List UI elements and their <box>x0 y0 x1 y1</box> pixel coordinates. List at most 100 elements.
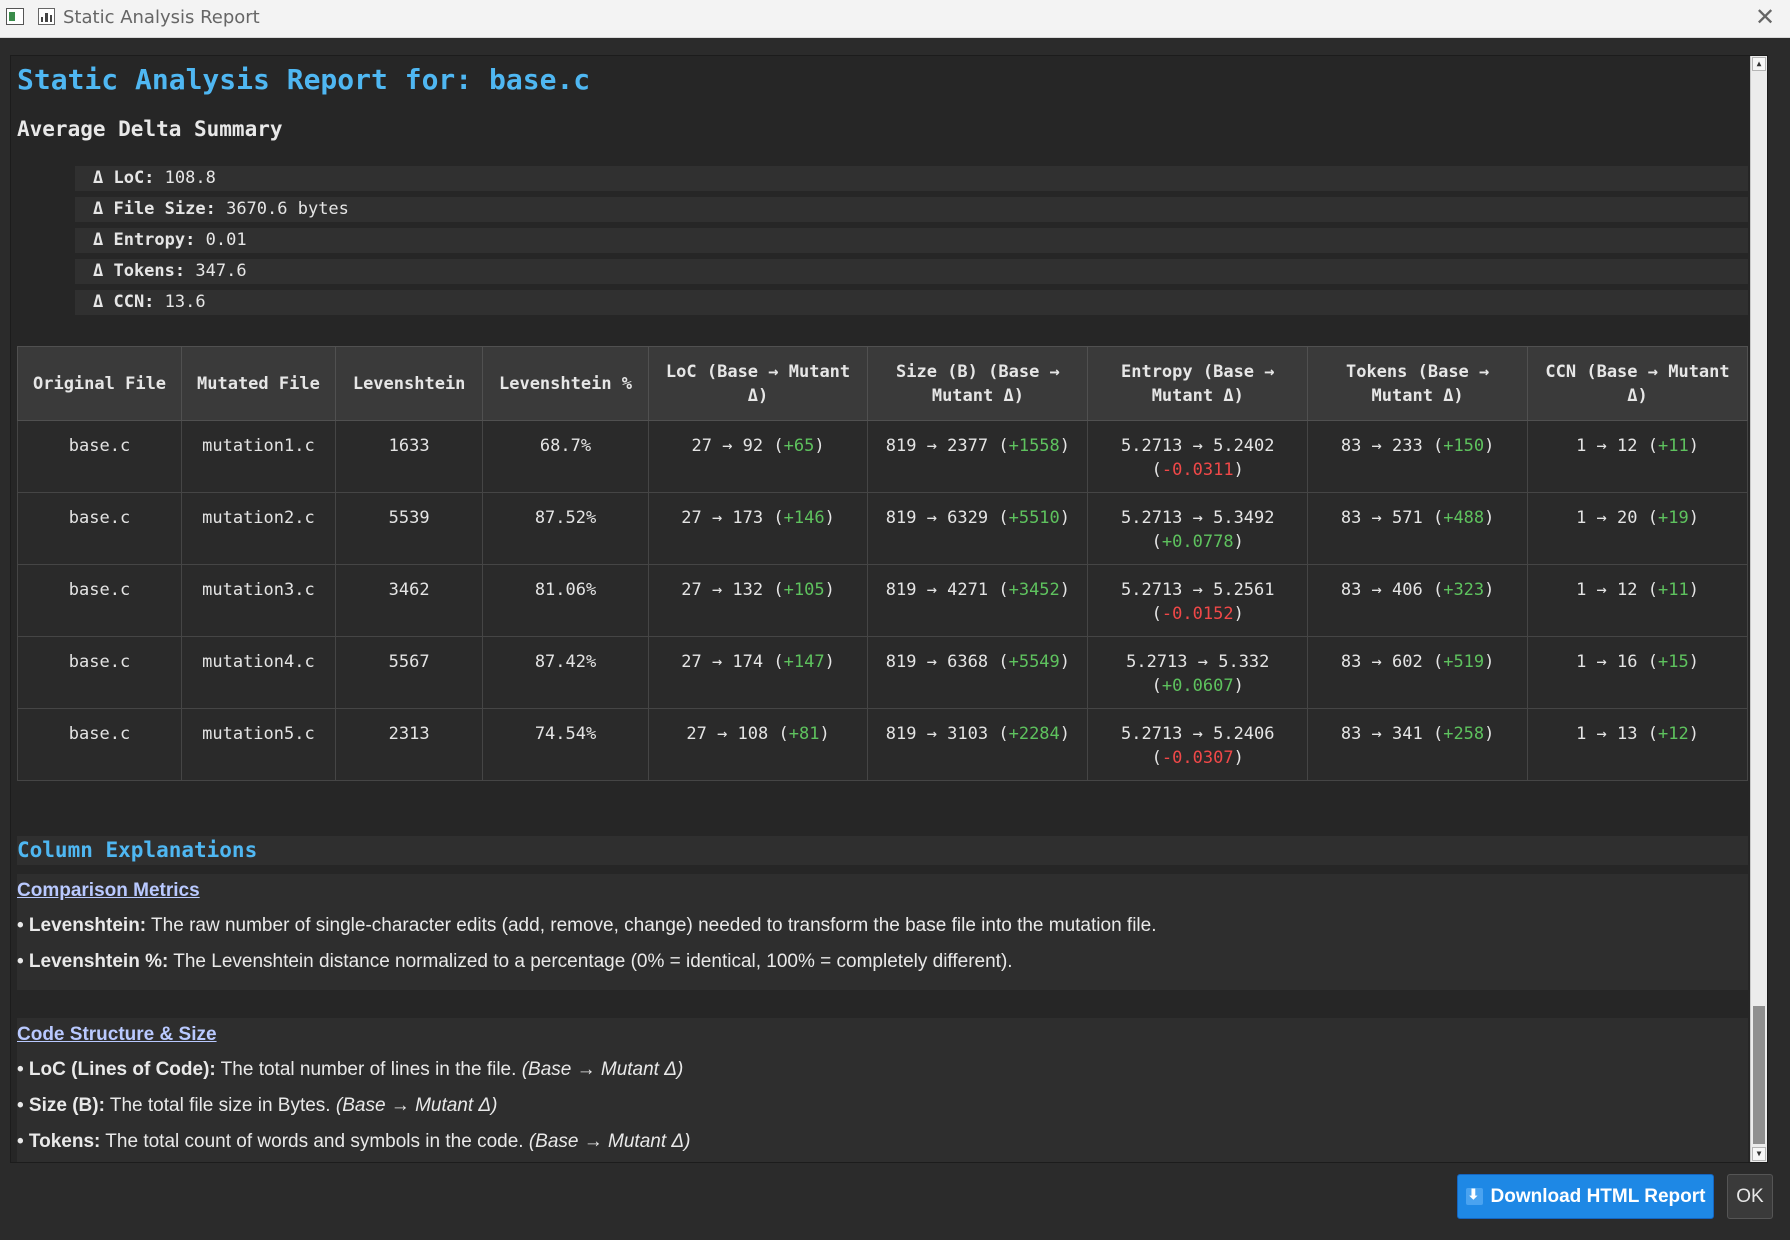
cell-value: 27 → 92 <box>691 436 764 456</box>
column-header: Tokens (Base → Mutant Δ) <box>1307 346 1529 421</box>
explanation-item: • Tokens: The total count of words and s… <box>17 1124 1748 1160</box>
explanation-item: • Levenshtein: The raw number of single-… <box>17 908 1748 944</box>
delta-value: +488 <box>1443 508 1485 528</box>
column-header: Original File <box>16 346 183 421</box>
download-button-label: Download HTML Report <box>1490 1185 1706 1207</box>
column-header: Mutated File <box>181 346 336 421</box>
close-icon[interactable]: ✕ <box>1750 2 1780 32</box>
summary-label: Δ Entropy: <box>93 230 196 250</box>
cell-value: 819 → 6329 <box>885 508 989 528</box>
results-table: Original File Mutated File Levenshtein L… <box>16 346 1748 781</box>
delta-value: +81 <box>788 724 820 744</box>
cell-value: 5567 <box>388 652 430 672</box>
explanation-text: The total count of words and symbols in … <box>100 1131 529 1152</box>
table-cell: 5.2713 → 5.2406 (-0.0307) <box>1087 708 1309 781</box>
table-cell: mutation3.c <box>181 564 336 637</box>
summary-heading: Average Delta Summary <box>17 117 283 141</box>
cell-value: mutation5.c <box>202 724 315 744</box>
cell-value: 2313 <box>388 724 430 744</box>
table-cell: 27 → 132 (+105) <box>647 564 869 637</box>
table-header-row: Original File Mutated File Levenshtein L… <box>16 346 1748 421</box>
delta-value: +146 <box>783 508 825 528</box>
delta-value: -0.0152 <box>1161 604 1234 624</box>
column-header: Levenshtein <box>334 346 484 421</box>
table-cell: 819 → 3103 (+2284) <box>867 708 1089 781</box>
vertical-scrollbar[interactable]: ▲ ▼ <box>1750 56 1767 1162</box>
cell-value: 1 → 20 <box>1576 508 1638 528</box>
cell-value: 87.42% <box>534 652 597 672</box>
cell-value: 83 → 233 <box>1340 436 1423 456</box>
summary-value: 0.01 <box>205 230 247 250</box>
table-cell: mutation5.c <box>181 708 336 781</box>
cell-value: base.c <box>68 652 131 672</box>
title-bar: Static Analysis Report ✕ <box>0 0 1790 38</box>
ok-button[interactable]: OK <box>1727 1174 1773 1219</box>
delta-value: +65 <box>783 436 815 456</box>
delta-value: +5549 <box>1008 652 1060 672</box>
cell-value: 1633 <box>388 436 430 456</box>
summary-list: Δ LoC: 108.8 Δ File Size: 3670.6 bytes Δ… <box>75 166 1748 321</box>
summary-item: Δ LoC: 108.8 <box>75 166 1748 191</box>
table-cell: base.c <box>16 636 183 709</box>
cell-value: 68.7% <box>539 436 592 456</box>
structure-heading: Code Structure & Size <box>17 1024 217 1045</box>
table-row: base.c mutation5.c 2313 74.54% 27 → 108 (+81… <box>16 708 1748 781</box>
cell-value: 87.52% <box>534 508 597 528</box>
table-cell: mutation2.c <box>181 492 336 565</box>
delta-value: +105 <box>783 580 825 600</box>
summary-item: Δ Tokens: 347.6 <box>75 259 1748 284</box>
explanation-term: • Size (B): <box>17 1095 105 1116</box>
table-cell: 27 → 173 (+146) <box>647 492 869 565</box>
cell-value: 5539 <box>388 508 430 528</box>
table-row: base.c mutation3.c 3462 81.06% 27 → 132 (+10… <box>16 564 1748 637</box>
table-cell: 68.7% <box>482 420 649 493</box>
download-icon <box>1465 1186 1483 1205</box>
explanation-text: The total number of lines in the file. <box>215 1059 522 1080</box>
table-cell: 83 → 602 (+519) <box>1307 636 1529 709</box>
scroll-up-arrow-icon[interactable]: ▲ <box>1752 57 1766 71</box>
delta-value: +1558 <box>1008 436 1060 456</box>
delta-value: +519 <box>1443 652 1485 672</box>
table-cell: 83 → 341 (+258) <box>1307 708 1529 781</box>
cell-value: 74.54% <box>534 724 597 744</box>
table-cell: 1 → 13 (+12) <box>1527 708 1748 781</box>
summary-value: 108.8 <box>164 168 216 188</box>
table-cell: 1633 <box>334 420 484 493</box>
table-cell: 5.2713 → 5.2561 (-0.0152) <box>1087 564 1309 637</box>
scrollbar-thumb[interactable] <box>1753 1006 1765 1144</box>
cell-value: 1 → 16 <box>1576 652 1638 672</box>
cell-value: 1 → 13 <box>1576 724 1638 744</box>
cell-value: 5.2713 → 5.3492 <box>1120 508 1275 528</box>
cell-value: 83 → 602 <box>1340 652 1423 672</box>
cell-value: 5.2713 → 5.2561 <box>1120 580 1275 600</box>
explanation-term: • Levenshtein %: <box>17 951 169 972</box>
cell-value: base.c <box>68 724 131 744</box>
explanation-item: • Levenshtein %: The Levenshtein distanc… <box>17 944 1748 980</box>
table-cell: 5567 <box>334 636 484 709</box>
cell-value: 5.2713 → 5.332 <box>1126 652 1270 672</box>
table-cell: 83 → 406 (+323) <box>1307 564 1529 637</box>
download-html-report-button[interactable]: Download HTML Report <box>1457 1174 1714 1219</box>
summary-label: Δ File Size: <box>93 199 216 219</box>
column-header: Size (B) (Base → Mutant Δ) <box>867 346 1089 421</box>
column-header: LoC (Base → Mutant Δ) <box>647 346 869 421</box>
table-cell: 5.2713 → 5.332 (+0.0607) <box>1087 636 1309 709</box>
table-cell: 1 → 12 (+11) <box>1527 564 1748 637</box>
delta-value: +19 <box>1657 508 1689 528</box>
table-cell: mutation1.c <box>181 420 336 493</box>
explanation-term: • LoC (Lines of Code): <box>17 1059 216 1080</box>
cell-value: 3462 <box>388 580 430 600</box>
table-cell: 27 → 108 (+81) <box>647 708 869 781</box>
delta-value: +11 <box>1657 580 1689 600</box>
cell-value: mutation2.c <box>202 508 315 528</box>
cell-value: mutation3.c <box>202 580 315 600</box>
cell-value: base.c <box>68 436 131 456</box>
cell-value: 819 → 2377 <box>885 436 989 456</box>
delta-value: +11 <box>1657 436 1689 456</box>
table-row: base.c mutation2.c 5539 87.52% 27 → 173 (+14… <box>16 492 1748 565</box>
explanation-item: • Size (B): The total file size in Bytes… <box>17 1088 1748 1124</box>
cell-value: 27 → 174 <box>681 652 764 672</box>
table-row: base.c mutation1.c 1633 68.7% 27 → 92 (+65) 8… <box>16 420 1748 493</box>
report-view[interactable]: Static Analysis Report for: base.c Avera… <box>10 55 1768 1163</box>
scroll-down-arrow-icon[interactable]: ▼ <box>1752 1147 1766 1161</box>
